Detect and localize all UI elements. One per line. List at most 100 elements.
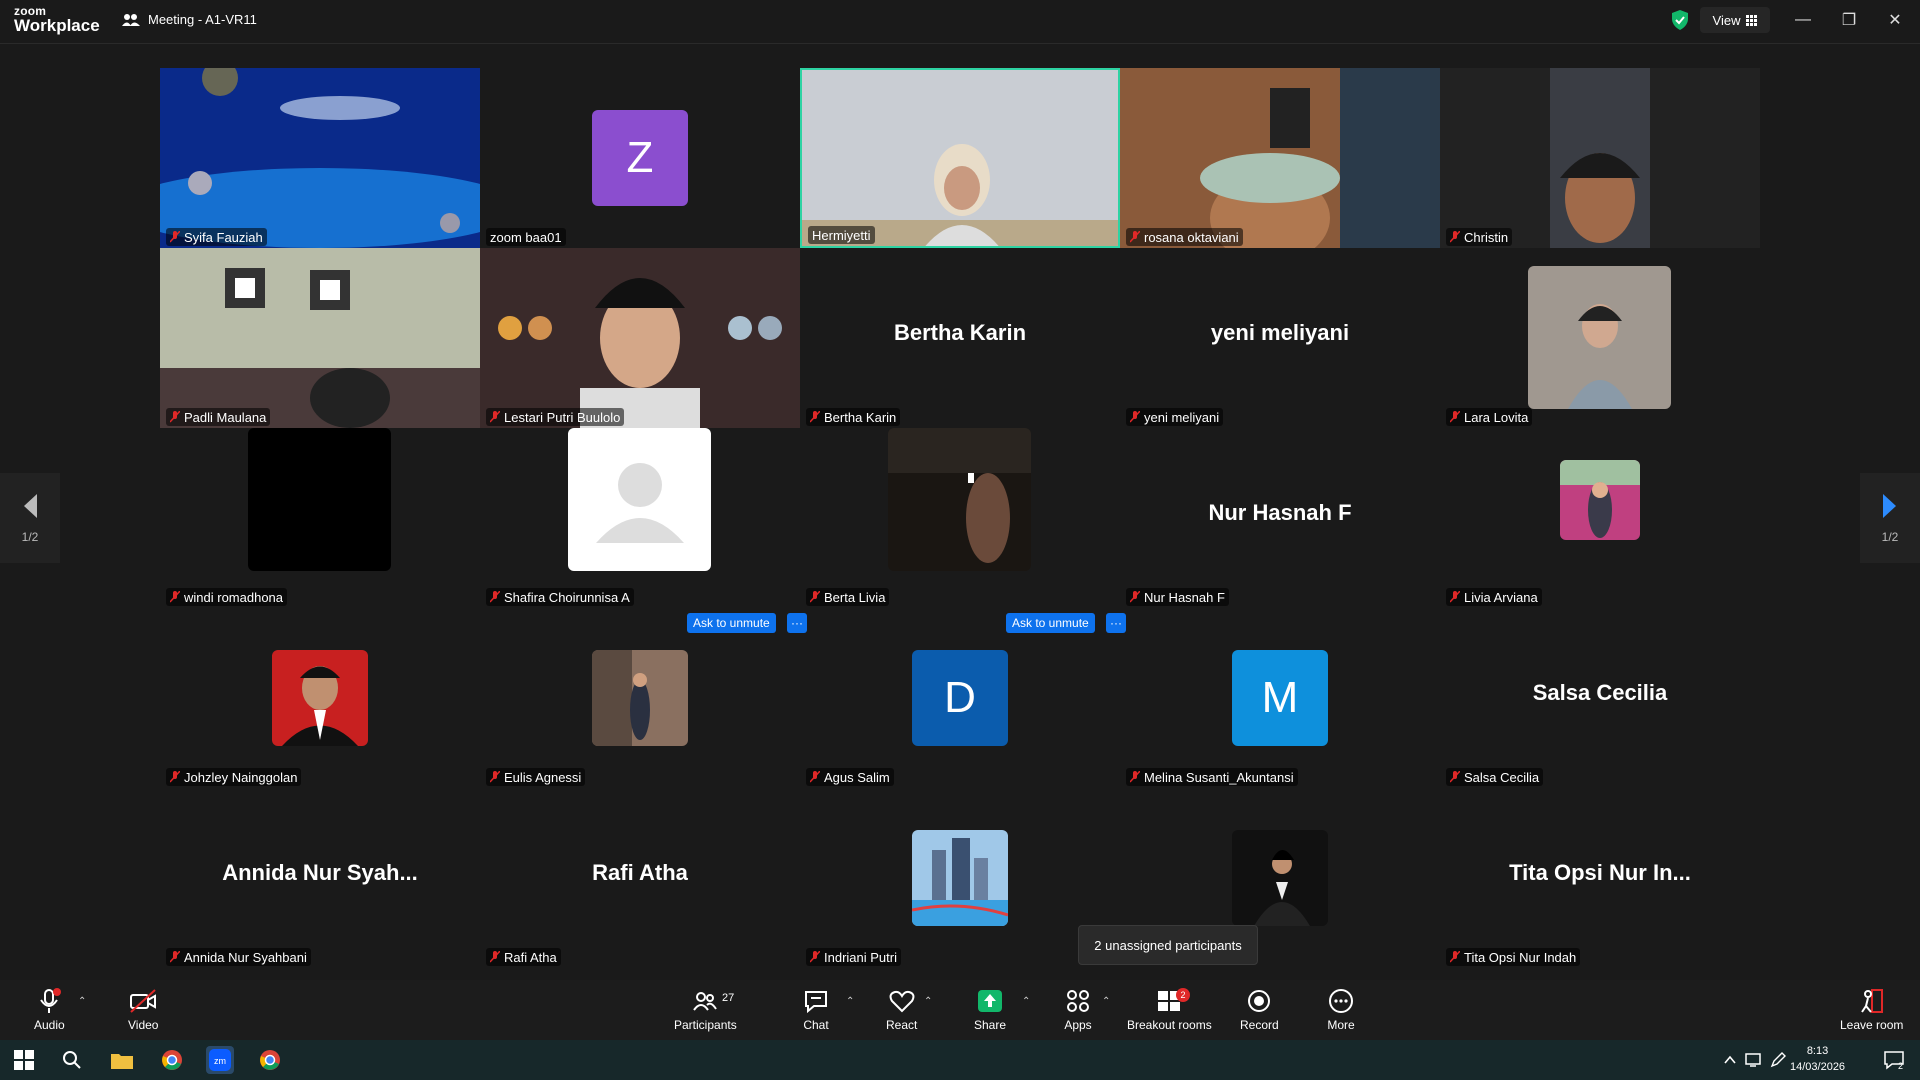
view-button[interactable]: View [1700, 7, 1770, 33]
mic-muted-icon [1129, 230, 1141, 243]
space-background-image [160, 68, 480, 248]
video-tile[interactable]: Padli Maulana [160, 248, 480, 428]
video-tile[interactable]: Lestari Putri Buulolo [480, 248, 800, 428]
minimize-icon[interactable]: — [1788, 8, 1818, 32]
close-icon[interactable]: ✕ [1880, 8, 1910, 32]
mic-muted-icon [169, 410, 181, 423]
participant-name-label: Bertha Karin [806, 408, 901, 426]
participant-name-label: yeni meliyani [1126, 408, 1224, 426]
participant-name-label: Rafi Atha [486, 948, 561, 966]
react-options-caret[interactable]: ⌃ [924, 996, 932, 1007]
share-screen-icon [978, 990, 1003, 1012]
security-shield-icon[interactable] [1668, 8, 1692, 32]
participant-name: Annida Nur Syahbani [184, 949, 307, 965]
view-label: View [1712, 12, 1741, 28]
avatar-initial: Z [592, 110, 688, 206]
participant-name: Rafi Atha [504, 949, 557, 965]
apps-icon [1067, 990, 1089, 1012]
breakout-rooms-button[interactable]: Breakout rooms [1127, 988, 1212, 1032]
title-bar: zoom Workplace Meeting - A1-VR11 View — … [0, 0, 1920, 44]
meeting-title-text: Meeting - A1-VR11 [148, 12, 257, 27]
participant-display-name: Annida Nur Syah... [222, 860, 418, 885]
meeting-toolbar: Audio ⌃ Video Participants 27 Chat ⌃ Rea… [0, 980, 1920, 1040]
video-tile[interactable]: Lara Lovita [1440, 248, 1760, 428]
video-tile[interactable]: Livia Arviana [1440, 428, 1760, 608]
record-button[interactable]: Record [1240, 988, 1279, 1032]
chrome-icon-2[interactable] [256, 1046, 284, 1074]
participant-name: Hermiyetti [812, 227, 871, 243]
video-tile[interactable]: M Melina Susanti_Akuntansi [1120, 608, 1440, 788]
video-tile[interactable]: Syifa Fauziah [160, 68, 480, 248]
more-button[interactable]: More [1327, 988, 1355, 1032]
mic-muted-icon [809, 590, 821, 603]
participant-video-image [1120, 68, 1440, 248]
video-tile[interactable]: Bertha Karin Bertha Karin [800, 248, 1120, 428]
mic-muted-icon [169, 590, 181, 603]
video-tile[interactable]: Shafira Choirunnisa A [480, 428, 800, 608]
mic-muted-icon [1449, 230, 1461, 243]
participant-display-name: Bertha Karin [893, 320, 1027, 345]
notifications-icon[interactable]: 2 [1880, 1046, 1908, 1074]
leave-room-button[interactable]: Leave room [1840, 988, 1903, 1032]
active-speaker-tile[interactable]: Hermiyetti [800, 68, 1120, 248]
participant-name-label: Christin [1446, 228, 1513, 246]
pen-icon[interactable] [1764, 1046, 1792, 1074]
participant-name: Padli Maulana [184, 409, 267, 425]
react-button[interactable]: React [886, 988, 917, 1032]
apps-options-caret[interactable]: ⌃ [1102, 996, 1110, 1007]
video-tile[interactable]: windi romadhona [160, 428, 480, 608]
participant-name-label: Annida Nur Syahbani [166, 948, 311, 966]
audio-options-caret[interactable]: ⌃ [78, 996, 86, 1007]
video-tile[interactable]: Nur Hasnah F Nur Hasnah F [1120, 428, 1440, 608]
restore-icon[interactable]: ❐ [1834, 8, 1864, 32]
participant-name-label: Eulis Agnessi [486, 768, 586, 786]
video-tile[interactable]: rosana oktaviani [1120, 68, 1440, 248]
participant-name: Melina Susanti_Akuntansi [1144, 769, 1294, 785]
participant-name-label: Hermiyetti [808, 226, 875, 244]
more-icon [1329, 989, 1353, 1013]
next-page-button[interactable]: 1/2 [1860, 473, 1920, 563]
video-tile[interactable]: Berta Livia [800, 428, 1120, 608]
participant-name-label: Lara Lovita [1446, 408, 1533, 426]
video-tile[interactable]: Johzley Nainggolan [160, 608, 480, 788]
windows-start-icon[interactable] [10, 1046, 38, 1074]
video-tile[interactable]: Annida Nur Syah... Annida Nur Syahbani [160, 788, 480, 968]
apps-button[interactable]: Apps [1064, 988, 1092, 1032]
share-button[interactable]: Share [974, 988, 1006, 1032]
participant-name-label: Padli Maulana [166, 408, 271, 426]
system-clock[interactable]: 8:13 14/03/2026 [1790, 1043, 1845, 1075]
video-tile[interactable]: Christin [1440, 68, 1760, 248]
participant-display-name: Nur Hasnah F [1208, 500, 1352, 525]
prev-page-button[interactable]: 1/2 [0, 473, 60, 563]
mic-muted-icon [1449, 950, 1461, 963]
participant-name: Tita Opsi Nur Indah [1464, 949, 1577, 965]
zoom-logo: zoom Workplace [14, 5, 100, 34]
mic-muted-icon [809, 950, 821, 963]
video-button[interactable]: Video [128, 988, 158, 1032]
video-tile[interactable]: Salsa Cecilia Salsa Cecilia [1440, 608, 1760, 788]
zoom-taskbar-icon[interactable]: zm [206, 1046, 234, 1074]
more-label: More [1327, 1018, 1355, 1032]
mic-muted-icon [169, 230, 181, 243]
video-tile[interactable]: Indriani Putri [800, 788, 1120, 968]
video-tile[interactable]: Eulis Agnessi [480, 608, 800, 788]
share-options-caret[interactable]: ⌃ [1022, 996, 1030, 1007]
chevron-right-icon [1883, 494, 1896, 518]
video-tile[interactable]: D Agus Salim [800, 608, 1120, 788]
audio-button[interactable]: Audio [34, 988, 65, 1032]
chrome-icon[interactable] [158, 1046, 186, 1074]
leave-room-icon [1860, 989, 1883, 1013]
video-tile[interactable]: yeni meliyani yeni meliyani [1120, 248, 1440, 428]
video-tile[interactable]: Tita Opsi Nur In... Tita Opsi Nur Indah [1440, 788, 1760, 968]
clock-time: 8:13 [1806, 1045, 1829, 1057]
mic-muted-icon [1129, 770, 1141, 783]
video-tile[interactable]: Z zoom baa01 [480, 68, 800, 248]
chat-button[interactable]: Chat [802, 988, 830, 1032]
mic-muted-icon [1449, 410, 1461, 423]
participant-name-label: Berta Livia [806, 588, 890, 606]
file-explorer-icon[interactable] [108, 1046, 136, 1074]
participant-video-image [160, 248, 480, 428]
search-icon[interactable] [58, 1046, 86, 1074]
video-tile[interactable]: Rafi Atha Rafi Atha [480, 788, 800, 968]
chat-options-caret[interactable]: ⌃ [846, 996, 854, 1007]
